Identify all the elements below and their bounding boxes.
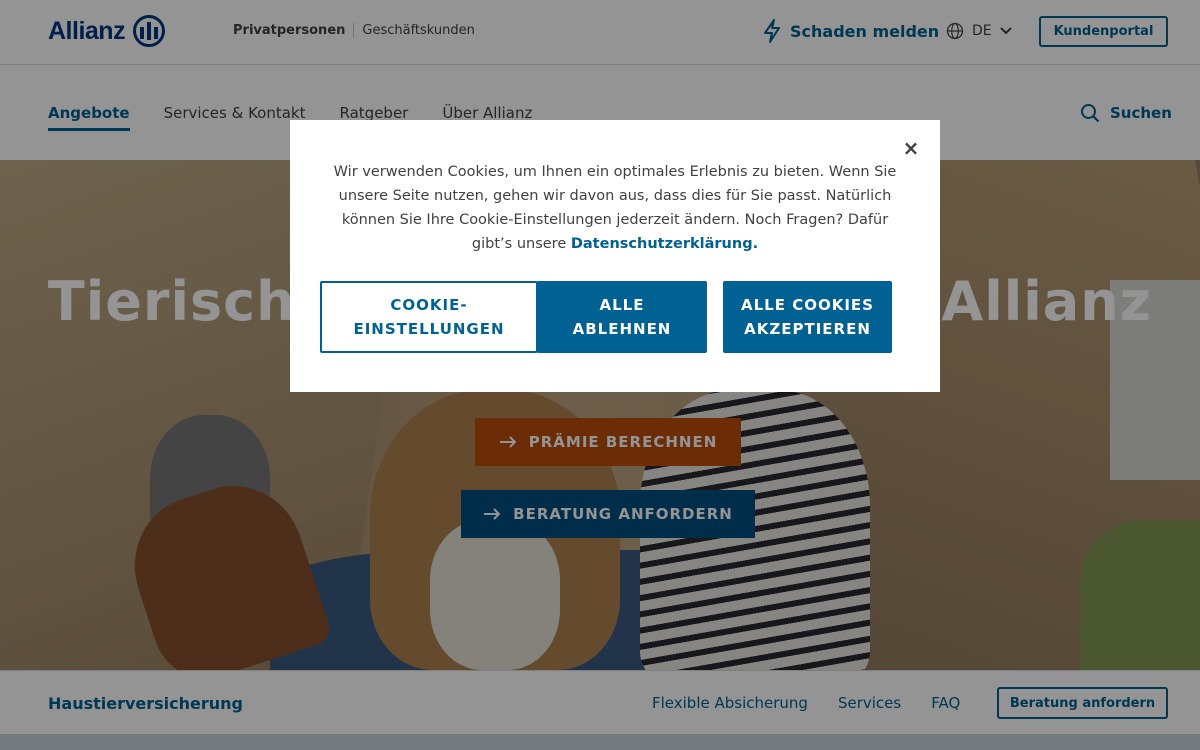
privacy-policy-link[interactable]: Datenschutzerklärung. [571,236,758,252]
accept-all-cookies-button[interactable]: ALLE COOKIES AKZEPTIEREN [723,281,892,353]
close-icon[interactable]: × [900,136,922,160]
reject-all-cookies-button[interactable]: ALLE ABLEHNEN [537,281,707,353]
cookie-consent-dialog: × Wir verwenden Cookies, um Ihnen ein op… [290,120,940,392]
cookie-consent-text: Wir verwenden Cookies, um Ihnen ein opti… [326,160,904,256]
cookie-settings-button[interactable]: COOKIE-EINSTELLUNGEN [320,281,538,353]
